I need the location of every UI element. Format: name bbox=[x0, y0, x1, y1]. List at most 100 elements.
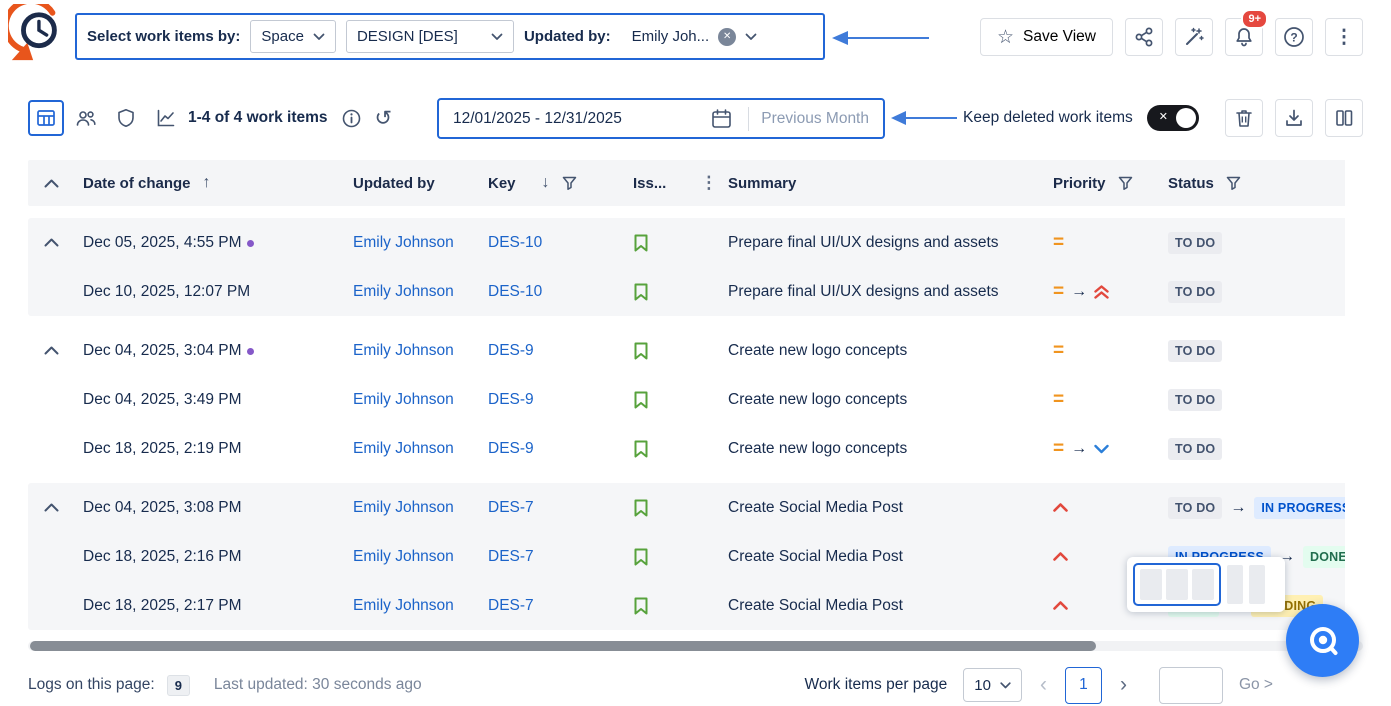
date-range-value[interactable]: 12/01/2025 - 12/31/2025 bbox=[453, 110, 622, 128]
columns-settings-button[interactable] bbox=[1325, 99, 1363, 137]
info-icon[interactable] bbox=[342, 109, 361, 128]
people-icon bbox=[75, 108, 97, 128]
next-page-button[interactable]: › bbox=[1118, 673, 1129, 697]
column-header-priority[interactable]: Priority bbox=[1045, 175, 1160, 192]
column-header-date[interactable]: Date of change ↑ bbox=[83, 174, 353, 192]
updated-by-link[interactable]: Emily Johnson bbox=[353, 597, 454, 614]
column-header-issue-type[interactable]: Iss... ⋮ bbox=[625, 173, 715, 193]
toggle-x-icon: ✕ bbox=[1159, 110, 1168, 123]
assistant-icon bbox=[1304, 622, 1342, 660]
toggle-knob bbox=[1176, 108, 1196, 128]
more-options-button[interactable]: ⋮ bbox=[1325, 18, 1363, 56]
table-row[interactable]: Dec 04, 2025, 3:08 PM Emily Johnson DES-… bbox=[28, 483, 1345, 532]
table-row[interactable]: Dec 10, 2025, 12:07 PM Emily Johnson DES… bbox=[28, 267, 1345, 316]
status-cell: TO DO bbox=[1160, 389, 1345, 411]
updated-by-value: Emily Joh... bbox=[632, 28, 710, 45]
date-preset-label[interactable]: Previous Month bbox=[761, 110, 869, 128]
summary-text: Prepare final UI/UX designs and assets bbox=[715, 234, 1045, 252]
issue-key-link[interactable]: DES-10 bbox=[488, 234, 542, 251]
page-number-button[interactable]: 1 bbox=[1065, 667, 1102, 704]
column-header-key[interactable]: Key ↓ bbox=[488, 174, 625, 192]
filter-funnel-icon[interactable] bbox=[1226, 176, 1241, 190]
updated-by-link[interactable]: Emily Johnson bbox=[353, 234, 454, 251]
chevron-up-icon bbox=[44, 238, 59, 247]
status-change-cell: TO DO → IN PROGRESS bbox=[1160, 497, 1345, 519]
issue-key-link[interactable]: DES-7 bbox=[488, 499, 534, 516]
assistant-fab[interactable] bbox=[1286, 604, 1359, 677]
issue-key-link[interactable]: DES-9 bbox=[488, 440, 534, 457]
table-view-button[interactable] bbox=[28, 100, 64, 136]
filter-funnel-icon[interactable] bbox=[1118, 176, 1133, 190]
updated-by-link[interactable]: Emily Johnson bbox=[353, 283, 454, 300]
filter-funnel-icon[interactable] bbox=[562, 176, 577, 190]
project-dropdown[interactable]: DESIGN [DES] bbox=[346, 20, 514, 53]
change-date: Dec 18, 2025, 2:19 PM bbox=[83, 440, 242, 458]
notifications-button[interactable]: 9+ bbox=[1225, 18, 1263, 56]
save-view-button[interactable]: ☆ Save View bbox=[980, 18, 1113, 56]
chevron-down-icon bbox=[313, 33, 325, 41]
collapse-all-button[interactable] bbox=[28, 179, 83, 188]
status-badge: TO DO bbox=[1168, 340, 1222, 362]
calendar-icon[interactable] bbox=[711, 108, 732, 129]
refresh-icon[interactable]: ↺ bbox=[375, 108, 393, 129]
updated-by-link[interactable]: Emily Johnson bbox=[353, 391, 454, 408]
priority-medium-icon: = bbox=[1053, 390, 1064, 409]
shield-view-button[interactable] bbox=[108, 100, 144, 136]
table-row[interactable]: Dec 18, 2025, 2:19 PM Emily Johnson DES-… bbox=[28, 424, 1345, 473]
chart-view-button[interactable] bbox=[148, 100, 184, 136]
keep-deleted-toggle[interactable]: ✕ bbox=[1147, 105, 1199, 131]
column-header-updated-by[interactable]: Updated by bbox=[353, 175, 488, 192]
skeleton-bar bbox=[1192, 569, 1214, 600]
share-icon bbox=[1134, 27, 1154, 47]
issue-key-link[interactable]: DES-10 bbox=[488, 283, 542, 300]
issue-key-link[interactable]: DES-7 bbox=[488, 548, 534, 565]
date-range-picker[interactable]: 12/01/2025 - 12/31/2025 Previous Month bbox=[437, 98, 885, 139]
change-arrow-icon: → bbox=[1071, 441, 1087, 457]
status-cell: TO DO bbox=[1160, 232, 1345, 254]
issue-key-link[interactable]: DES-7 bbox=[488, 597, 534, 614]
divider bbox=[748, 107, 749, 131]
share-button[interactable] bbox=[1125, 18, 1163, 56]
previous-page-button[interactable]: ‹ bbox=[1038, 673, 1049, 697]
skeleton-selected-box bbox=[1133, 563, 1221, 606]
updated-by-dropdown[interactable]: Emily Joh... ✕ bbox=[621, 20, 769, 53]
help-button[interactable]: ? bbox=[1275, 18, 1313, 56]
group-collapse-button[interactable] bbox=[28, 238, 83, 247]
group-collapse-button[interactable] bbox=[28, 346, 83, 355]
go-to-page-input[interactable] bbox=[1159, 667, 1223, 704]
updated-by-link[interactable]: Emily Johnson bbox=[353, 499, 454, 516]
star-icon: ☆ bbox=[997, 28, 1014, 47]
sort-descending-icon[interactable]: ↓ bbox=[542, 174, 550, 192]
chevron-down-icon bbox=[1000, 682, 1011, 689]
sort-ascending-icon[interactable]: ↑ bbox=[203, 174, 211, 192]
kebab-menu-icon: ⋮ bbox=[1335, 26, 1354, 49]
updated-by-link[interactable]: Emily Johnson bbox=[353, 548, 454, 565]
table-row[interactable]: Dec 05, 2025, 4:55 PM Emily Johnson DES-… bbox=[28, 218, 1345, 267]
magic-wand-button[interactable] bbox=[1175, 18, 1213, 56]
change-date: Dec 18, 2025, 2:17 PM bbox=[83, 597, 242, 615]
per-page-select[interactable]: 10 bbox=[963, 668, 1022, 702]
delete-button[interactable] bbox=[1225, 99, 1263, 137]
issue-key-link[interactable]: DES-9 bbox=[488, 391, 534, 408]
filter-by-space-dropdown[interactable]: Space bbox=[250, 20, 336, 53]
table-row[interactable]: Dec 04, 2025, 3:49 PM Emily Johnson DES-… bbox=[28, 375, 1345, 424]
story-type-icon bbox=[633, 342, 649, 360]
group-collapse-button[interactable] bbox=[28, 503, 83, 512]
status-badge: DONE bbox=[1303, 546, 1345, 568]
column-header-status[interactable]: Status bbox=[1160, 175, 1345, 192]
issue-key-link[interactable]: DES-9 bbox=[488, 342, 534, 359]
priority-high-icon bbox=[1053, 503, 1068, 512]
go-button[interactable]: Go > bbox=[1239, 676, 1273, 694]
clear-filter-icon[interactable]: ✕ bbox=[718, 28, 736, 46]
export-button[interactable] bbox=[1275, 99, 1313, 137]
horizontal-scrollbar-thumb[interactable] bbox=[30, 641, 1096, 651]
updated-by-link[interactable]: Emily Johnson bbox=[353, 440, 454, 457]
people-view-button[interactable] bbox=[68, 100, 104, 136]
footer-bar: Logs on this page: 9 Last updated: 30 se… bbox=[0, 664, 1391, 706]
table-view-icon bbox=[36, 108, 56, 128]
clock-history-logo-icon bbox=[8, 4, 66, 68]
column-header-summary[interactable]: Summary bbox=[715, 175, 1045, 192]
bell-icon bbox=[1234, 27, 1254, 47]
updated-by-link[interactable]: Emily Johnson bbox=[353, 342, 454, 359]
table-row[interactable]: Dec 04, 2025, 3:04 PM Emily Johnson DES-… bbox=[28, 326, 1345, 375]
